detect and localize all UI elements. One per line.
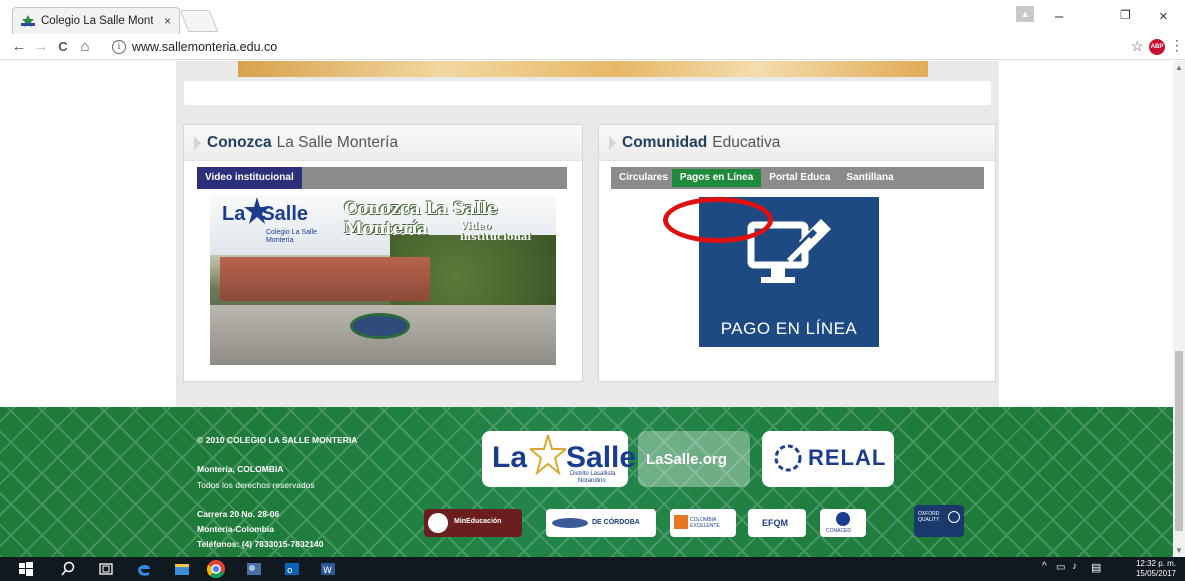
panel-header: Comunidad Educativa [599,125,995,161]
page-scrollbar[interactable]: ▲ ▼ [1173,61,1185,557]
windows-start-icon[interactable] [18,561,34,577]
footer-city2: Montería-Colombia [197,524,274,534]
clock-time[interactable]: 12:32 p. m. [1114,559,1176,568]
browser-tab[interactable]: Colegio La Salle Monterí × [12,7,180,34]
scroll-up-icon[interactable]: ▲ [1175,63,1183,72]
forward-icon[interactable]: → [30,38,52,55]
tab-santillana[interactable]: Santillana [838,167,901,189]
efqm-logo[interactable]: EFQM [748,509,806,537]
panel-title-light: Educativa [712,133,781,151]
top-banner-image [238,61,928,77]
footer-address: Carrera 20 No. 28-06 [197,509,280,519]
star-icon [530,435,566,475]
lasalle-distrito-logo[interactable]: La Salle Distrito Lasallista Norandino [482,431,636,487]
footer-city: Montería, COLOMBIA [197,464,284,474]
browser-menu-icon[interactable]: ⋮ [1170,37,1184,54]
tab-title: Colegio La Salle Monterí [41,15,153,27]
panel-title-light: La Salle Montería [276,133,399,151]
panel-header: Conozca La Salle Montería [184,125,582,161]
chrome-icon[interactable] [206,559,226,579]
home-icon[interactable]: ⌂ [74,38,96,55]
svg-text:o: o [287,566,293,576]
word-icon[interactable]: W [320,561,336,577]
lasalle-logo-subtitle: Colegio La Salle Montería [266,229,317,244]
bookmark-star-icon[interactable]: ☆ [1131,38,1144,55]
pago-en-linea-label: PAGO EN LÍNEA [720,319,858,338]
app-icon[interactable] [246,561,262,577]
volume-icon[interactable]: ♪ [1072,561,1077,572]
address-bar[interactable]: i www.sallemonteria.edu.co [112,36,1150,58]
outlook-icon[interactable]: o [284,561,300,577]
file-explorer-icon[interactable] [174,561,190,577]
lasalle-star-icon [244,197,270,224]
tray-chevron-icon[interactable]: ^ [1042,561,1047,572]
relal-logo[interactable]: RELAL [762,431,894,487]
site-favicon-icon [21,15,35,27]
video-tabs-bar: Video institucional [197,167,567,189]
video-subtitle-overlay: Video institucional [460,221,532,243]
tab-close-icon[interactable]: × [164,14,171,28]
edge-browser-icon[interactable] [136,561,152,577]
cordoba-logo[interactable]: DE CÓRDOBA [546,509,656,537]
panel-title-strong: Comunidad [622,133,708,151]
network-icon[interactable]: ▭ [1056,562,1065,573]
footer-phones: Teléfonos: (4) 7833015-7832140 [197,539,324,549]
notifications-icon[interactable]: ▤ [1091,561,1101,574]
comunidad-tabs-bar: Circulares Pagos en Línea Portal Educa S… [611,167,984,189]
lasalle-logo: La Salle [222,197,308,226]
site-footer: © 2010 COLEGIO LA SALLE MONTERIA Monterí… [0,407,1173,557]
arrow-bullet-icon [609,135,618,150]
windows-taskbar: o W ^ ▭ ♪ ▤ 12:32 p. m. 15/05/2017 [0,557,1185,581]
adblock-icon[interactable]: ABP [1149,39,1165,55]
profile-icon[interactable]: ▲ [1016,6,1034,22]
content-column: Conozca La Salle Montería Video instituc… [176,61,999,407]
oxford-quality-logo[interactable]: OXFORD QUALITY [914,505,964,537]
conozca-panel: Conozca La Salle Montería Video instituc… [183,124,583,382]
tab-video-institucional[interactable]: Video institucional [197,167,302,189]
info-icon[interactable]: i [112,40,126,54]
tab-circulares[interactable]: Circulares [611,167,672,189]
footer-rights: Todos los derechos reservados [197,480,315,490]
comunidad-panel: Comunidad Educativa Circulares Pagos en … [598,124,996,382]
panel-title-strong: Conozca [207,133,272,151]
svg-text:W: W [323,566,332,576]
close-window-icon[interactable]: × [1159,8,1168,25]
relal-emblem-icon [774,444,802,472]
lasalleorg-logo[interactable]: LaSalle.org [638,431,750,487]
banner-spacer [184,81,991,105]
clock-date[interactable]: 15/05/2017 [1114,569,1176,578]
footer-copyright: © 2010 COLEGIO LA SALLE MONTERIA [197,435,358,445]
task-view-icon[interactable] [98,561,114,577]
browser-toolbar: ← → C ⌂ i www.sallemonteria.edu.co ☆ ABP… [0,34,1185,60]
search-icon[interactable] [60,561,76,577]
scroll-thumb[interactable] [1175,351,1183,531]
tab-pagos-en-linea[interactable]: Pagos en Línea [671,169,762,187]
scroll-down-icon[interactable]: ▼ [1175,546,1183,555]
video-thumbnail[interactable]: La Salle Colegio La Salle Montería Conozc… [210,195,556,365]
browser-tabstrip: Colegio La Salle Monterí × ▲ – ❐ × [0,0,1185,34]
reload-icon[interactable]: C [52,39,74,54]
highlight-circle [663,197,773,243]
new-tab-button[interactable] [179,10,219,32]
page-viewport: Conozca La Salle Montería Video instituc… [0,61,1173,557]
mineducacion-logo[interactable]: MinEducación [424,509,522,537]
conaced-logo[interactable]: CONACED [820,509,866,537]
restore-icon[interactable]: ❐ [1120,8,1131,22]
minimize-icon[interactable]: – [1055,8,1063,25]
url-text[interactable]: www.sallemonteria.edu.co [132,40,277,54]
arrow-bullet-icon [194,135,203,150]
tab-portal-educa[interactable]: Portal Educa [761,167,838,189]
colombia-excelente-logo[interactable]: COLOMBIA EXCELENTE [670,509,736,537]
back-icon[interactable]: ← [8,38,30,55]
